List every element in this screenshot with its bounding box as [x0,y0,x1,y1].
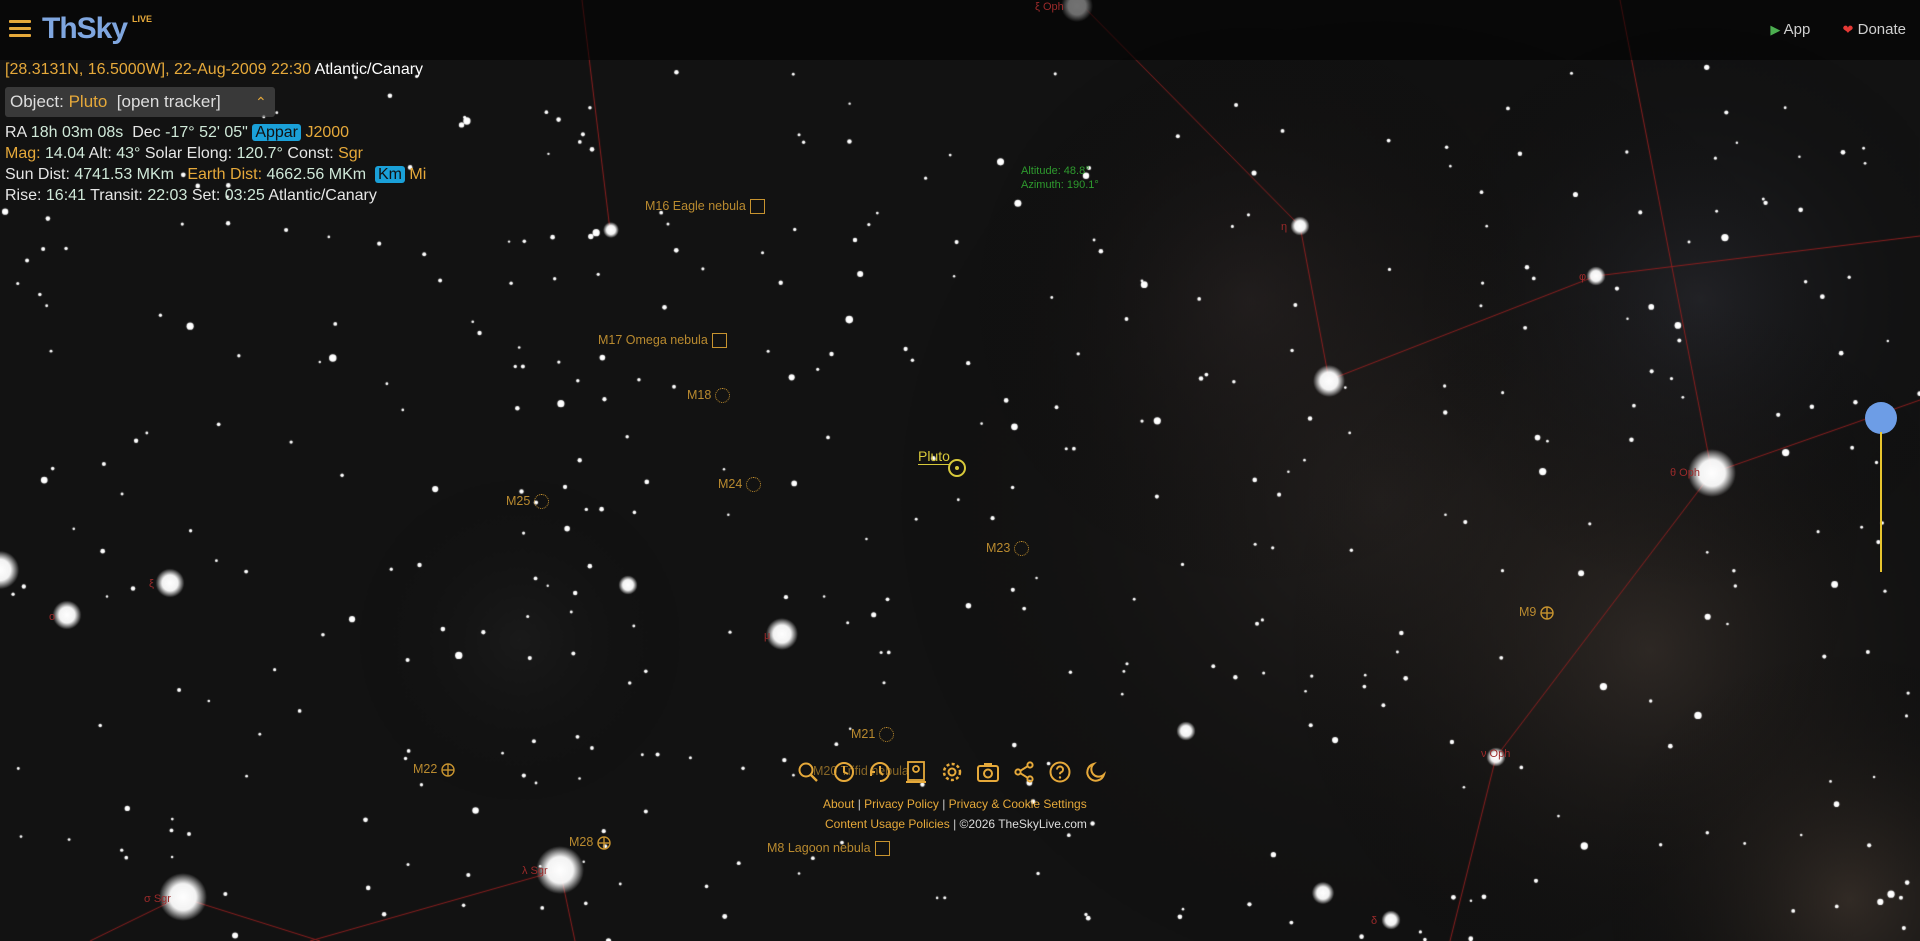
open-cluster-icon [746,477,762,493]
dso-m8[interactable]: M8 Lagoon nebula [767,841,890,857]
site-logo[interactable]: ThSky LIVE [42,12,152,46]
mag-alt-line: Mag: 14.04 Alt: 43° Solar Elong: 120.7° … [5,145,363,162]
constellation-link[interactable]: Sgr [338,145,363,162]
dso-m25[interactable]: M25 [506,494,550,510]
dso-m9[interactable]: M9 [1519,605,1555,620]
logo-text: ThSky [42,12,128,45]
help-icon[interactable] [1048,760,1072,784]
star-label[interactable]: ξ [149,578,154,590]
copyright: ©2026 TheSkyLive.com [959,817,1087,831]
dso-m28[interactable]: M28 [569,835,612,850]
object-selector[interactable]: Object: Pluto [open tracker] ⌃⌄ [5,87,275,140]
time-speed-icon[interactable] [868,760,892,784]
dso-m21[interactable]: M21 [851,727,895,743]
nebula-square-icon [749,199,765,215]
top-right-links: ▶ App ❤ Donate [1742,21,1906,38]
cookie-settings-link[interactable]: Privacy & Cookie Settings [949,797,1087,811]
clock-icon[interactable] [832,760,856,784]
hamburger-menu-icon[interactable] [9,20,31,38]
logo-badge: LIVE [132,14,153,24]
rise-set-line: Rise: 16:41 Transit: 22:03 Set: 03:25 At… [5,187,377,204]
open-cluster-icon [715,388,731,404]
star-label[interactable]: θ Oph [1670,467,1700,479]
donate-link[interactable]: ❤ Donate [1829,21,1906,38]
footer-links-row2: Content Usage Policies | ©2026 TheSkyLiv… [825,817,1087,831]
globular-cluster-icon [1540,606,1555,620]
object-name: Pluto [68,92,108,111]
search-icon[interactable] [796,760,820,784]
star-label[interactable]: ξ Oph [1035,1,1064,13]
dso-m17[interactable]: M17 Omega nebula [598,333,727,349]
time-slider-knob[interactable] [1865,402,1897,434]
share-icon[interactable] [1012,760,1036,784]
location-icon[interactable] [904,760,928,784]
heart-icon: ❤ [1842,22,1854,37]
dso-m18[interactable]: M18 [687,388,731,404]
night-mode-icon[interactable] [1084,760,1108,784]
footer-links-row1: About | Privacy Policy | Privacy & Cooki… [823,797,1087,811]
ra-dec-line: RA 18h 03m 08s Dec -17° 52' 05" Appar J2… [5,124,350,141]
open-cluster-icon [879,727,895,743]
about-link[interactable]: About [823,797,854,811]
privacy-policy-link[interactable]: Privacy Policy [864,797,939,811]
nebula-square-icon [874,841,890,857]
star-label[interactable]: μ [764,630,770,642]
mi-toggle[interactable]: Mi [409,166,426,183]
nebula-square-icon [711,333,727,349]
camera-icon[interactable] [976,760,1000,784]
dso-m24[interactable]: M24 [718,477,762,493]
dso-m23[interactable]: M23 [986,541,1030,557]
app-link[interactable]: ▶ App [1756,21,1810,38]
content-usage-link[interactable]: Content Usage Policies [825,817,950,831]
open-cluster-icon [1014,541,1030,557]
globular-cluster-icon [441,763,456,777]
star-label[interactable]: η [1281,221,1287,233]
open-cluster-icon [534,494,550,510]
star-label[interactable]: ο [49,611,55,623]
pluto-target-marker[interactable] [948,459,966,477]
timezone: Atlantic/Canary [314,61,424,78]
km-toggle[interactable]: Km [374,166,405,183]
star-label[interactable]: σ Sgr [144,893,171,905]
appar-toggle[interactable]: Appar [252,124,302,141]
pluto-label[interactable]: Pluto [918,448,950,465]
j2000-toggle[interactable]: J2000 [305,124,349,141]
dso-m20[interactable]: M20 Trifid nebula [813,764,909,778]
time-slider-track[interactable] [1880,432,1882,572]
globular-cluster-icon [597,836,612,850]
dso-m16[interactable]: M16 Eagle nebula [645,199,765,215]
coords-datetime: [28.3131N, 16.5000W], 22-Aug-2009 22:30 [5,61,311,78]
cursor-altaz-readout: Altitude: 48.8° Azimuth: 190.1° [1021,165,1099,191]
top-bar [0,0,1920,60]
star-label[interactable]: φ [1579,271,1586,283]
object-label: Object: [10,92,64,111]
star-label[interactable]: ν Oph [1481,748,1510,760]
open-tracker-link[interactable]: [open tracker] [117,92,221,111]
play-store-icon: ▶ [1770,22,1781,37]
location-time-line[interactable]: [28.3131N, 16.5000W], 22-Aug-2009 22:30 … [5,61,423,79]
dso-m22[interactable]: M22 [413,762,456,777]
settings-icon[interactable] [940,760,964,784]
star-label[interactable]: δ [1371,915,1377,927]
star-label[interactable]: λ Sgr [522,865,548,877]
distance-line: Sun Dist: 4741.53 MKm Earth Dist: 4662.5… [5,166,427,183]
